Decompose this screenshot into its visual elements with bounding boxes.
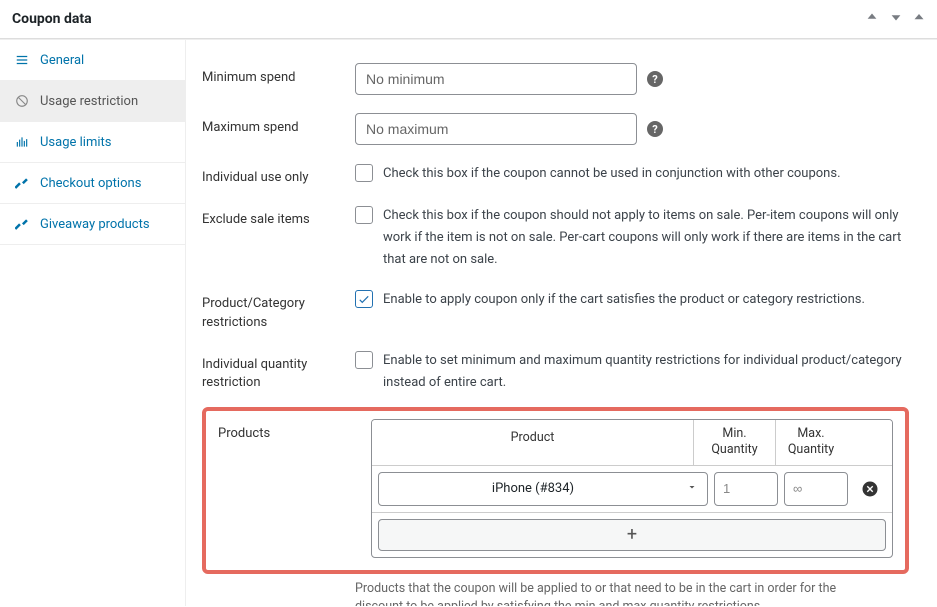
sidebar-item-general[interactable]: General — [0, 40, 185, 81]
sidebar-label: Usage limits — [40, 135, 111, 150]
sidebar-item-usage-restriction[interactable]: Usage restriction — [0, 81, 185, 122]
products-highlight: Products Product Min. Quantity Max. Quan… — [202, 407, 909, 574]
sidebar-label: Usage restriction — [40, 94, 138, 109]
label-individual-use: Individual use only — [202, 163, 337, 187]
panel-header: Coupon data — [0, 0, 937, 39]
min-qty-input[interactable] — [714, 472, 778, 506]
label-iq-restrict: Individual quantity restriction — [202, 350, 337, 392]
product-table-header: Product Min. Quantity Max. Quantity — [372, 420, 892, 466]
individual-use-text: Check this box if the coupon cannot be u… — [383, 163, 841, 185]
row-exclude-sale: Exclude sale items Check this box if the… — [202, 196, 909, 280]
max-qty-input[interactable] — [784, 472, 848, 506]
add-icon: + — [627, 524, 637, 545]
sidebar-item-giveaway-products[interactable]: Giveaway products — [0, 204, 185, 245]
add-product-button[interactable]: + — [378, 519, 886, 551]
remove-row-button[interactable] — [854, 480, 886, 498]
product-table: Product Min. Quantity Max. Quantity iPho… — [371, 419, 893, 558]
panel-move-down-icon[interactable] — [889, 10, 903, 28]
gift-icon — [14, 216, 30, 232]
restriction-icon — [14, 93, 30, 109]
exclude-sale-checkbox[interactable] — [355, 206, 373, 224]
iq-restrict-text: Enable to set minimum and maximum quanti… — [383, 350, 909, 394]
pc-restrict-text: Enable to apply coupon only if the cart … — [383, 289, 865, 311]
min-spend-input[interactable] — [355, 63, 637, 95]
limits-icon — [14, 134, 30, 150]
general-icon — [14, 52, 30, 68]
col-max: Max. Quantity — [776, 420, 846, 465]
panel-move-up-icon[interactable] — [865, 10, 879, 28]
row-products: Products Product Min. Quantity Max. Quan… — [218, 419, 893, 558]
individual-use-checkbox[interactable] — [355, 164, 373, 182]
sidebar-label: Giveaway products — [40, 217, 150, 232]
product-select[interactable]: iPhone (#834) — [378, 472, 708, 506]
label-products: Products — [218, 419, 353, 443]
sidebar-label: Checkout options — [40, 176, 141, 191]
col-product: Product — [372, 420, 694, 465]
sidebar-item-usage-limits[interactable]: Usage limits — [0, 122, 185, 163]
panel-body: General Usage restriction Usage limits C… — [0, 39, 937, 606]
iq-restrict-checkbox[interactable] — [355, 351, 373, 369]
main-form: Minimum spend ? Maximum spend ? Individu… — [186, 40, 937, 606]
label-min-spend: Minimum spend — [202, 63, 337, 87]
row-max-spend: Maximum spend ? — [202, 104, 909, 154]
close-icon — [861, 480, 879, 498]
products-help-text: Products that the coupon will be applied… — [355, 580, 875, 606]
wrench-icon — [14, 175, 30, 191]
sidebar-item-checkout-options[interactable]: Checkout options — [0, 163, 185, 204]
product-select-value: iPhone (#834) — [492, 481, 574, 496]
label-pc-restrict: Product/Category restrictions — [202, 289, 337, 331]
help-icon[interactable]: ? — [647, 121, 663, 137]
help-icon[interactable]: ? — [647, 71, 663, 87]
exclude-sale-text: Check this box if the coupon should not … — [383, 205, 909, 271]
sidebar: General Usage restriction Usage limits C… — [0, 40, 186, 606]
add-row-container: + — [372, 513, 892, 557]
max-spend-input[interactable] — [355, 113, 637, 145]
pc-restrict-checkbox[interactable] — [355, 290, 373, 308]
sidebar-label: General — [40, 53, 84, 68]
label-max-spend: Maximum spend — [202, 113, 337, 137]
label-exclude-sale: Exclude sale items — [202, 205, 337, 229]
row-min-spend: Minimum spend ? — [202, 54, 909, 104]
chevron-down-icon — [686, 481, 698, 497]
panel-actions — [865, 10, 925, 28]
row-iq-restrict: Individual quantity restriction Enable t… — [202, 341, 909, 403]
row-pc-restrict: Product/Category restrictions Enable to … — [202, 280, 909, 340]
col-min: Min. Quantity — [694, 420, 776, 465]
product-row: iPhone (#834) — [372, 466, 892, 513]
row-individual-use: Individual use only Check this box if th… — [202, 154, 909, 196]
panel-title: Coupon data — [12, 11, 92, 27]
panel-collapse-icon[interactable] — [913, 11, 925, 27]
